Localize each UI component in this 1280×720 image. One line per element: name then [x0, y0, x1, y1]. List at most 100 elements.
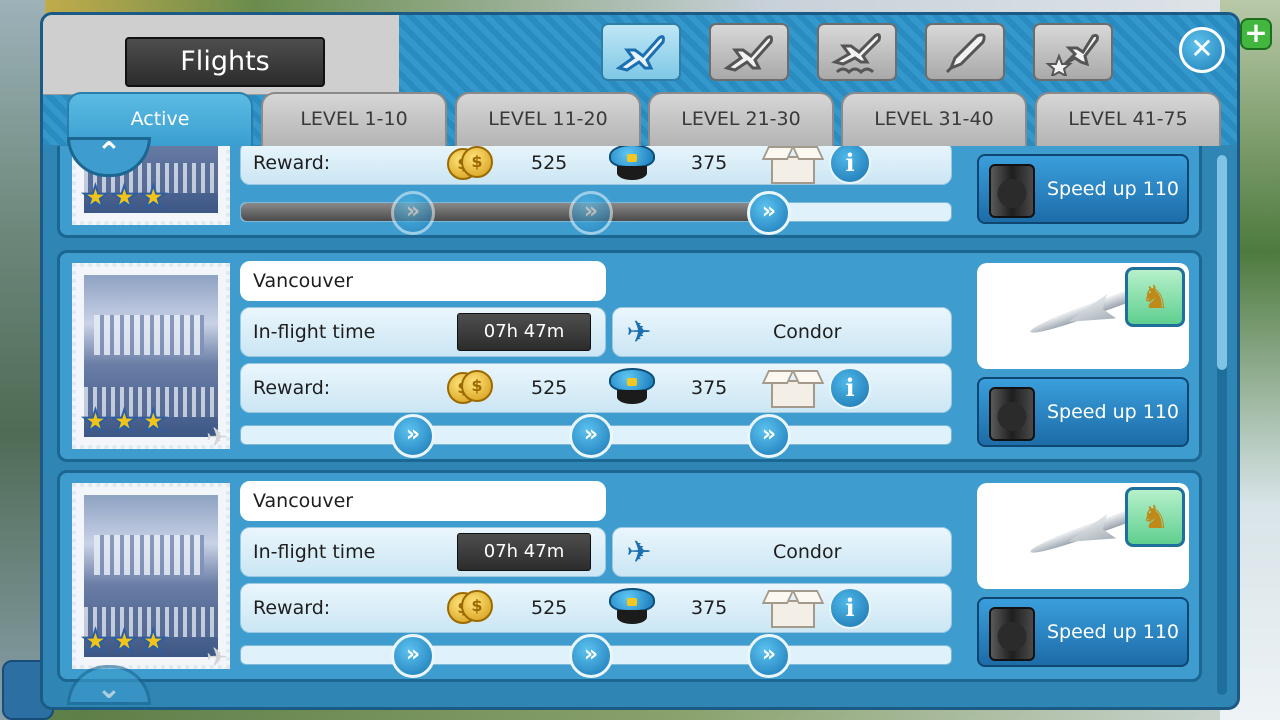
inflight-time-value: 07h 47m — [457, 313, 591, 351]
star-icon: ★ — [139, 404, 168, 439]
plane-category-2-button[interactable] — [709, 23, 789, 81]
plane-star-icon — [1045, 34, 1099, 76]
reward-passengers-value: 375 — [691, 597, 728, 619]
close-button[interactable]: ✕ — [1179, 27, 1225, 73]
reward-label: Reward: — [253, 597, 331, 619]
game-map-left-edge — [0, 0, 45, 720]
cargo-box-icon — [761, 366, 825, 410]
inflight-time-label: In-flight time — [253, 541, 376, 563]
star-rating: ★ ★ ★ — [81, 404, 168, 439]
plane-stripes-icon — [723, 35, 773, 72]
star-icon: ★ — [139, 180, 168, 215]
tab-level-1-10[interactable]: LEVEL 1-10 — [261, 92, 447, 146]
title-area: Flights — [43, 15, 399, 95]
reward-coins-value: 525 — [531, 377, 568, 399]
add-plus-icon[interactable]: + — [1240, 18, 1272, 50]
page-title: Flights — [125, 37, 325, 87]
plane-icon — [615, 35, 665, 72]
oil-barrel-icon — [989, 387, 1035, 441]
flight-progress-bar: » » » — [240, 191, 952, 235]
chevron-icon: » — [391, 634, 435, 678]
oil-barrel-icon — [989, 607, 1035, 661]
aircraft-plane-icon: ✈ — [626, 315, 652, 350]
plane-category-5-button[interactable] — [1033, 23, 1113, 81]
list-scrollbar[interactable] — [1217, 155, 1227, 695]
flight-card: ★ ★ ★ ✈ Vancouver In-flight time 07h 47m… — [57, 470, 1202, 682]
chevron-icon: » — [569, 634, 613, 678]
tab-level-21-30[interactable]: LEVEL 21-30 — [648, 92, 834, 146]
star-icon: ★ — [81, 180, 110, 215]
chevron-icon: » — [747, 191, 791, 235]
chevron-icon: » — [569, 414, 613, 458]
weather-vane-button[interactable]: ♞ — [1125, 267, 1185, 327]
inflight-time-value: 07h 47m — [457, 533, 591, 571]
jet-plane-icon — [1027, 288, 1137, 338]
chevron-icon: » — [747, 414, 791, 458]
plane-category-1-button[interactable] — [601, 23, 681, 81]
speed-up-button[interactable]: Speed up 110 — [977, 597, 1189, 667]
reward-passengers-value: 375 — [691, 377, 728, 399]
weather-vane-button[interactable]: ♞ — [1125, 487, 1185, 547]
star-icon: ★ — [81, 404, 110, 439]
reward-label: Reward: — [253, 152, 331, 174]
flights-panel: Flights ✕ Active LEVEL 1-10 LEVEL 11-20 … — [40, 12, 1240, 710]
reward-passengers-value: 375 — [691, 152, 728, 174]
pilot-hat-icon — [607, 588, 657, 628]
aircraft-name: Condor — [773, 321, 842, 343]
speed-up-button[interactable]: Speed up 110 — [977, 377, 1189, 447]
scrollbar-thumb[interactable] — [1217, 155, 1227, 370]
aircraft-preview: ♞ — [977, 483, 1189, 589]
chevron-icon: » — [391, 191, 435, 235]
destination-stamp: ★ ★ ★ — [72, 483, 230, 669]
info-button[interactable]: i — [829, 587, 871, 629]
rocket-icon — [945, 33, 986, 74]
flight-progress-bar: » » » — [240, 634, 952, 678]
tab-level-41-75[interactable]: LEVEL 41-75 — [1035, 92, 1221, 146]
star-icon: ★ — [110, 180, 139, 215]
inflight-time-row: In-flight time 07h 47m — [240, 307, 606, 357]
star-icon: ★ — [81, 624, 110, 659]
reward-row: Reward: $$ 525 375 i — [240, 363, 952, 413]
coins-icon: $$ — [447, 370, 495, 406]
chevron-icon: » — [391, 414, 435, 458]
inflight-time-label: In-flight time — [253, 321, 376, 343]
star-rating: ★ ★ ★ — [81, 180, 168, 215]
aircraft-preview: ♞ — [977, 263, 1189, 369]
aircraft-name: Condor — [773, 541, 842, 563]
speed-up-button[interactable]: Speed up 110 — [977, 154, 1189, 224]
reward-coins-value: 525 — [531, 152, 568, 174]
flight-card: ★ ★ ★ Reward: $$ 525 375 i » » » — [57, 146, 1202, 238]
chevron-icon: » — [569, 191, 613, 235]
aircraft-row: ✈ Condor — [612, 527, 952, 577]
reward-row: Reward: $$ 525 375 i — [240, 583, 952, 633]
destination-name: Vancouver — [253, 490, 354, 512]
destination-field: Vancouver — [240, 481, 606, 521]
flight-progress-fill — [241, 203, 767, 221]
small-plane-icon: ✈ — [206, 643, 228, 673]
cargo-box-icon — [761, 146, 825, 186]
pilot-hat-icon — [607, 146, 657, 184]
chevron-icon: » — [747, 634, 791, 678]
star-icon: ★ — [110, 624, 139, 659]
speed-up-label: Speed up 110 — [1047, 401, 1180, 423]
flight-card: ★ ★ ★ ✈ Vancouver In-flight time 07h 47m… — [57, 250, 1202, 462]
info-button[interactable]: i — [829, 367, 871, 409]
coins-icon: $$ — [447, 146, 495, 182]
star-icon: ★ — [110, 404, 139, 439]
tab-level-11-20[interactable]: LEVEL 11-20 — [455, 92, 641, 146]
reward-row: Reward: $$ 525 375 i — [240, 146, 952, 185]
oil-barrel-icon — [989, 164, 1035, 218]
info-button[interactable]: i — [829, 146, 871, 184]
small-plane-icon: ✈ — [206, 423, 228, 453]
tab-level-31-40[interactable]: LEVEL 31-40 — [841, 92, 1027, 146]
speed-up-label: Speed up 110 — [1047, 621, 1180, 643]
aircraft-plane-icon: ✈ — [626, 535, 652, 570]
star-rating: ★ ★ ★ — [81, 624, 168, 659]
plane-category-4-button[interactable] — [925, 23, 1005, 81]
flights-list[interactable]: ★ ★ ★ Reward: $$ 525 375 i » » » — [57, 146, 1215, 706]
star-icon: ★ — [139, 624, 168, 659]
aircraft-row: ✈ Condor — [612, 307, 952, 357]
plane-category-3-button[interactable] — [817, 23, 897, 81]
destination-name: Vancouver — [253, 270, 354, 292]
plane-water-icon — [831, 33, 881, 75]
